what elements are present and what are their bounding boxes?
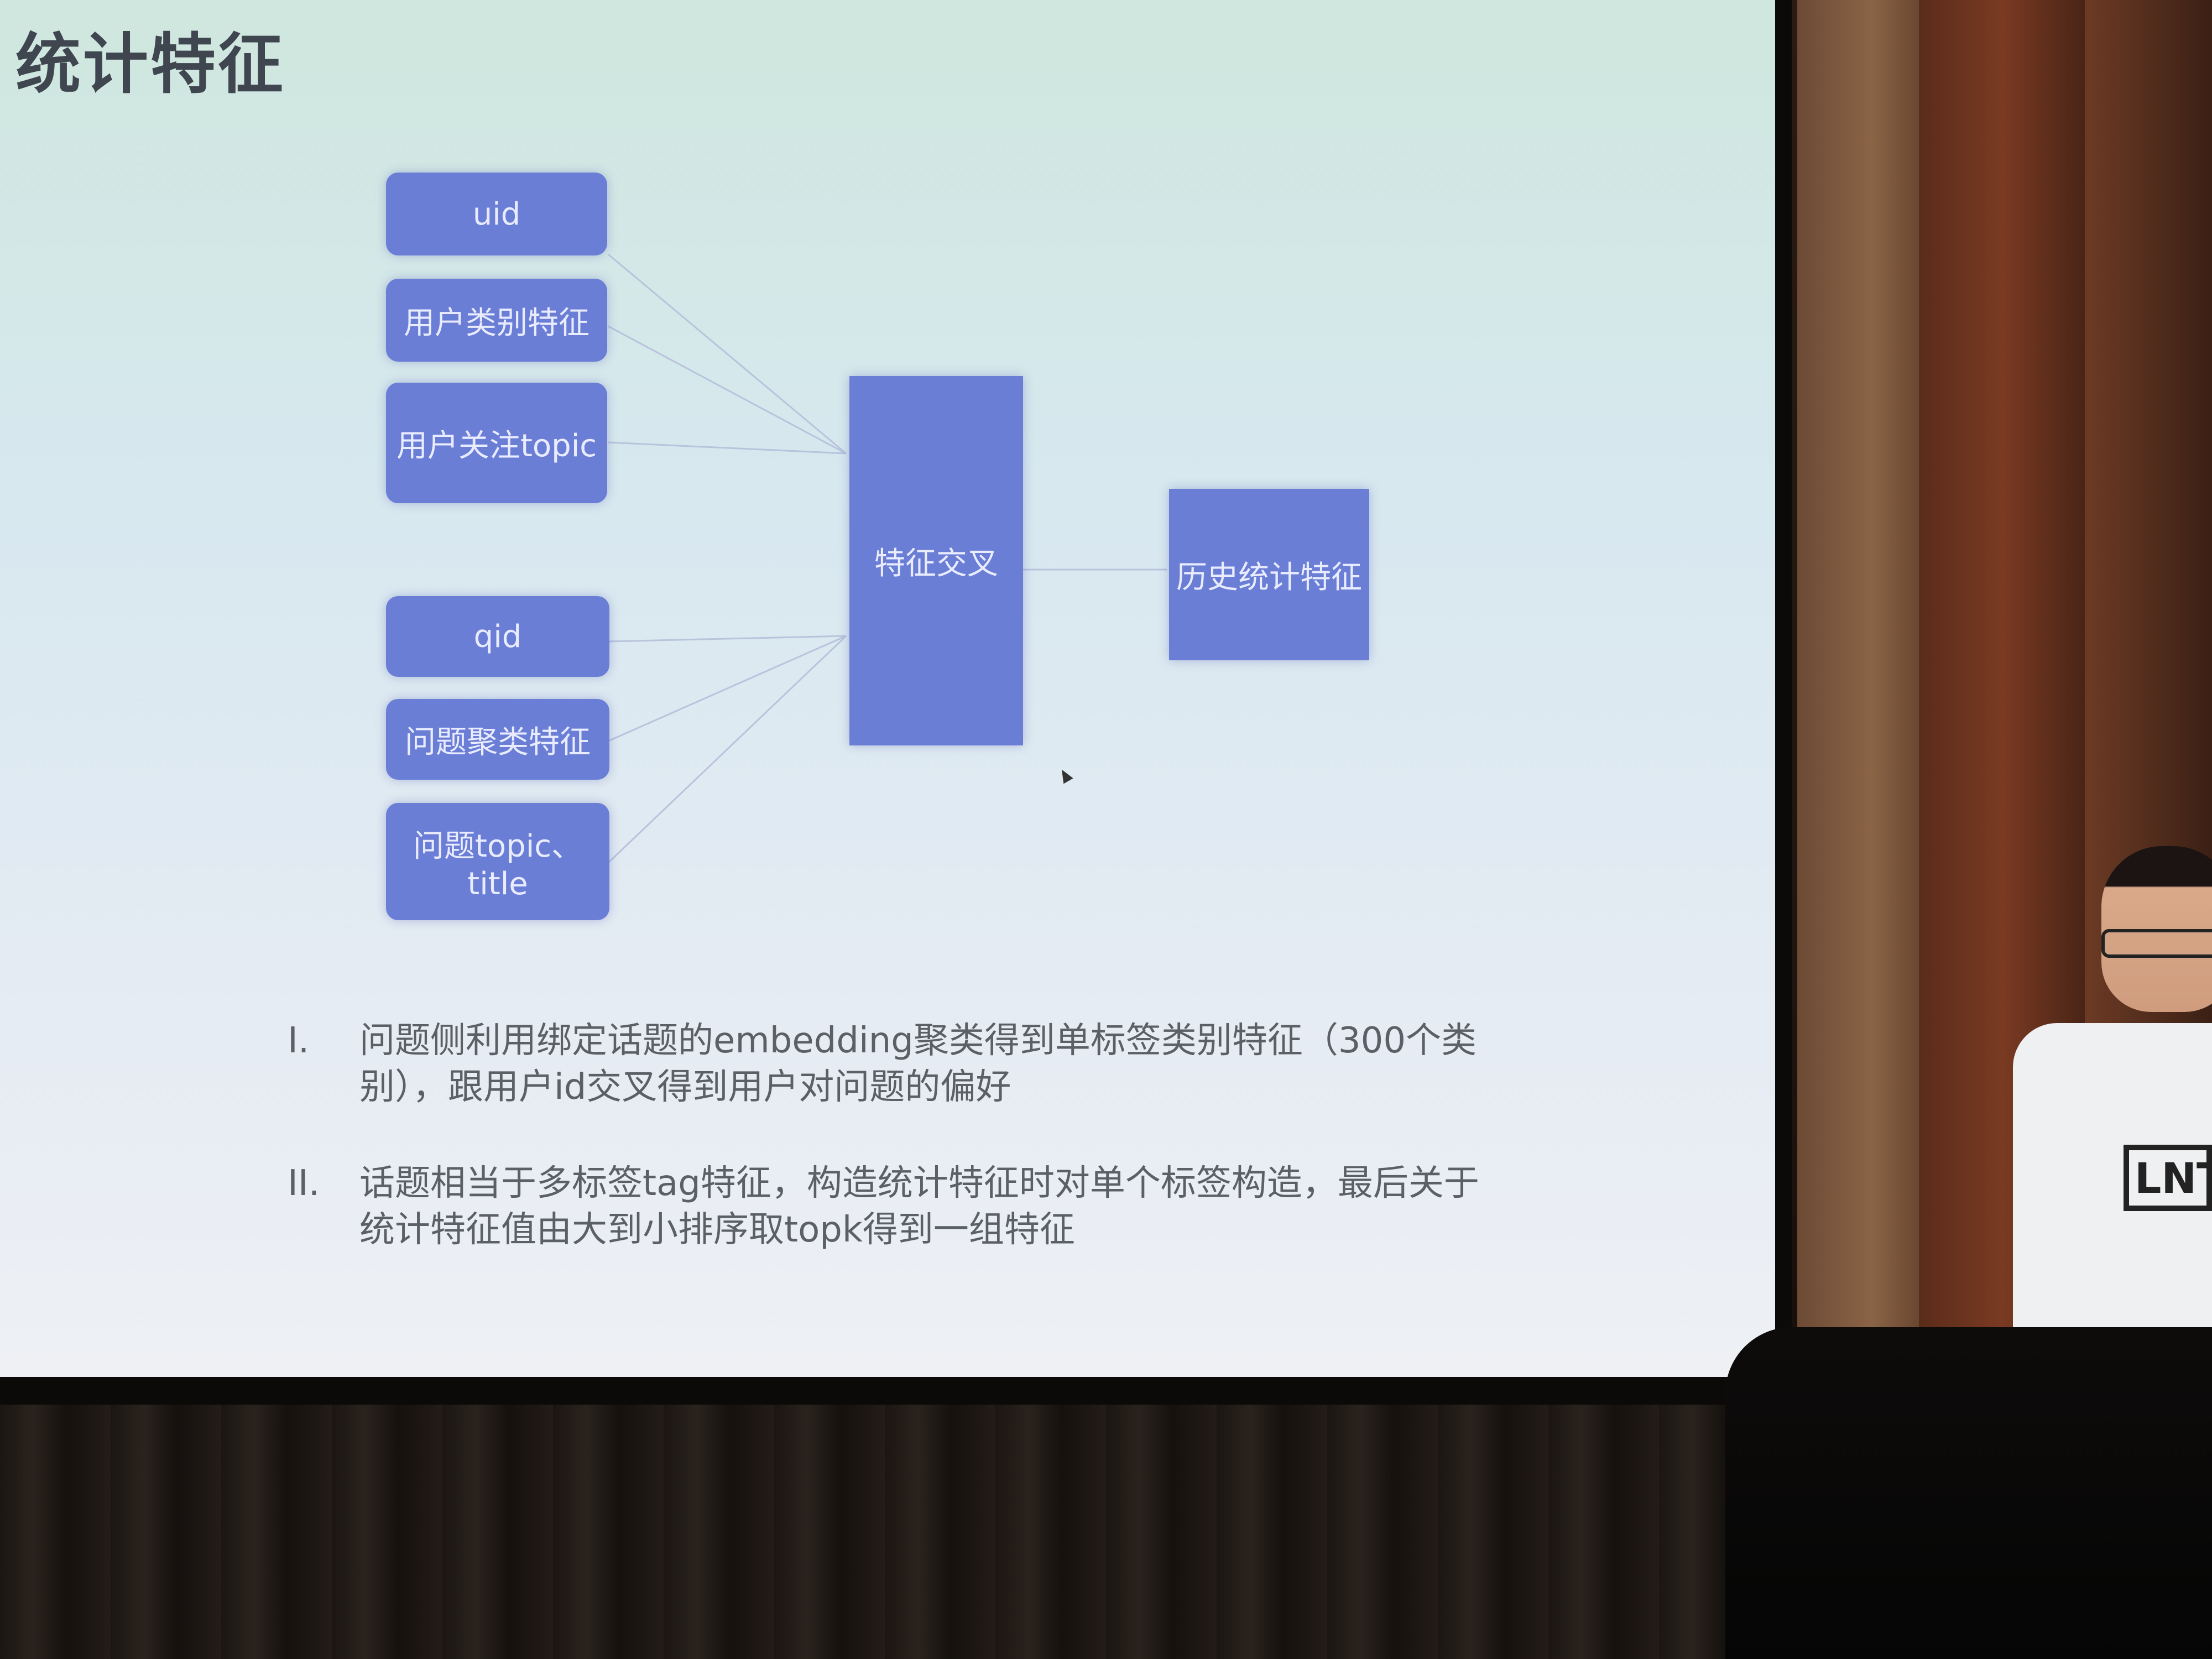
connector-line xyxy=(608,635,847,742)
glasses xyxy=(2101,929,2212,958)
presenter: LNT xyxy=(2013,846,2212,1355)
bullet-list: I. 问题侧利用绑定话题的embedding聚类得到单标签类别特征（300个类别… xyxy=(288,1018,1493,1303)
question-topic-title-box: 问题topic、title xyxy=(386,803,609,920)
list-marker: I. xyxy=(288,1020,310,1061)
connector-line xyxy=(608,441,847,455)
shirt-logo: LNT xyxy=(2124,1145,2212,1211)
uid-box: uid xyxy=(386,173,607,255)
user-follow-topic-box: 用户关注topic xyxy=(386,383,607,503)
history-stat-feature-box: 历史统计特征 xyxy=(1169,489,1369,660)
projected-slide: 统计特征 uid 用户类别特征 用户关注topic qid 问题聚类特征 问题t… xyxy=(0,0,1775,1377)
qid-box: qid xyxy=(386,596,609,677)
list-text: 问题侧利用绑定话题的embedding聚类得到单标签类别特征（300个类别），跟… xyxy=(359,1020,1477,1108)
connector-line xyxy=(608,253,847,455)
connector-line xyxy=(608,635,847,643)
feature-cross-box: 特征交叉 xyxy=(849,376,1023,745)
list-item: I. 问题侧利用绑定话题的embedding聚类得到单标签类别特征（300个类别… xyxy=(288,1018,1493,1110)
connector-line xyxy=(608,325,847,455)
podium xyxy=(1725,1327,2212,1659)
presenter-shirt: LNT xyxy=(2013,1023,2212,1355)
connector-line xyxy=(607,635,847,864)
question-cluster-feature-box: 问题聚类特征 xyxy=(386,699,609,780)
user-category-feature-box: 用户类别特征 xyxy=(386,279,607,362)
list-text: 话题相当于多标签tag特征，构造统计特征时对单个标签构造，最后关于统计特征值由大… xyxy=(359,1163,1479,1250)
projection-screen: 统计特征 uid 用户类别特征 用户关注topic qid 问题聚类特征 问题t… xyxy=(0,0,1792,1405)
list-marker: II. xyxy=(288,1163,320,1204)
list-item: II. 话题相当于多标签tag特征，构造统计特征时对单个标签构造，最后关于统计特… xyxy=(288,1160,1493,1253)
